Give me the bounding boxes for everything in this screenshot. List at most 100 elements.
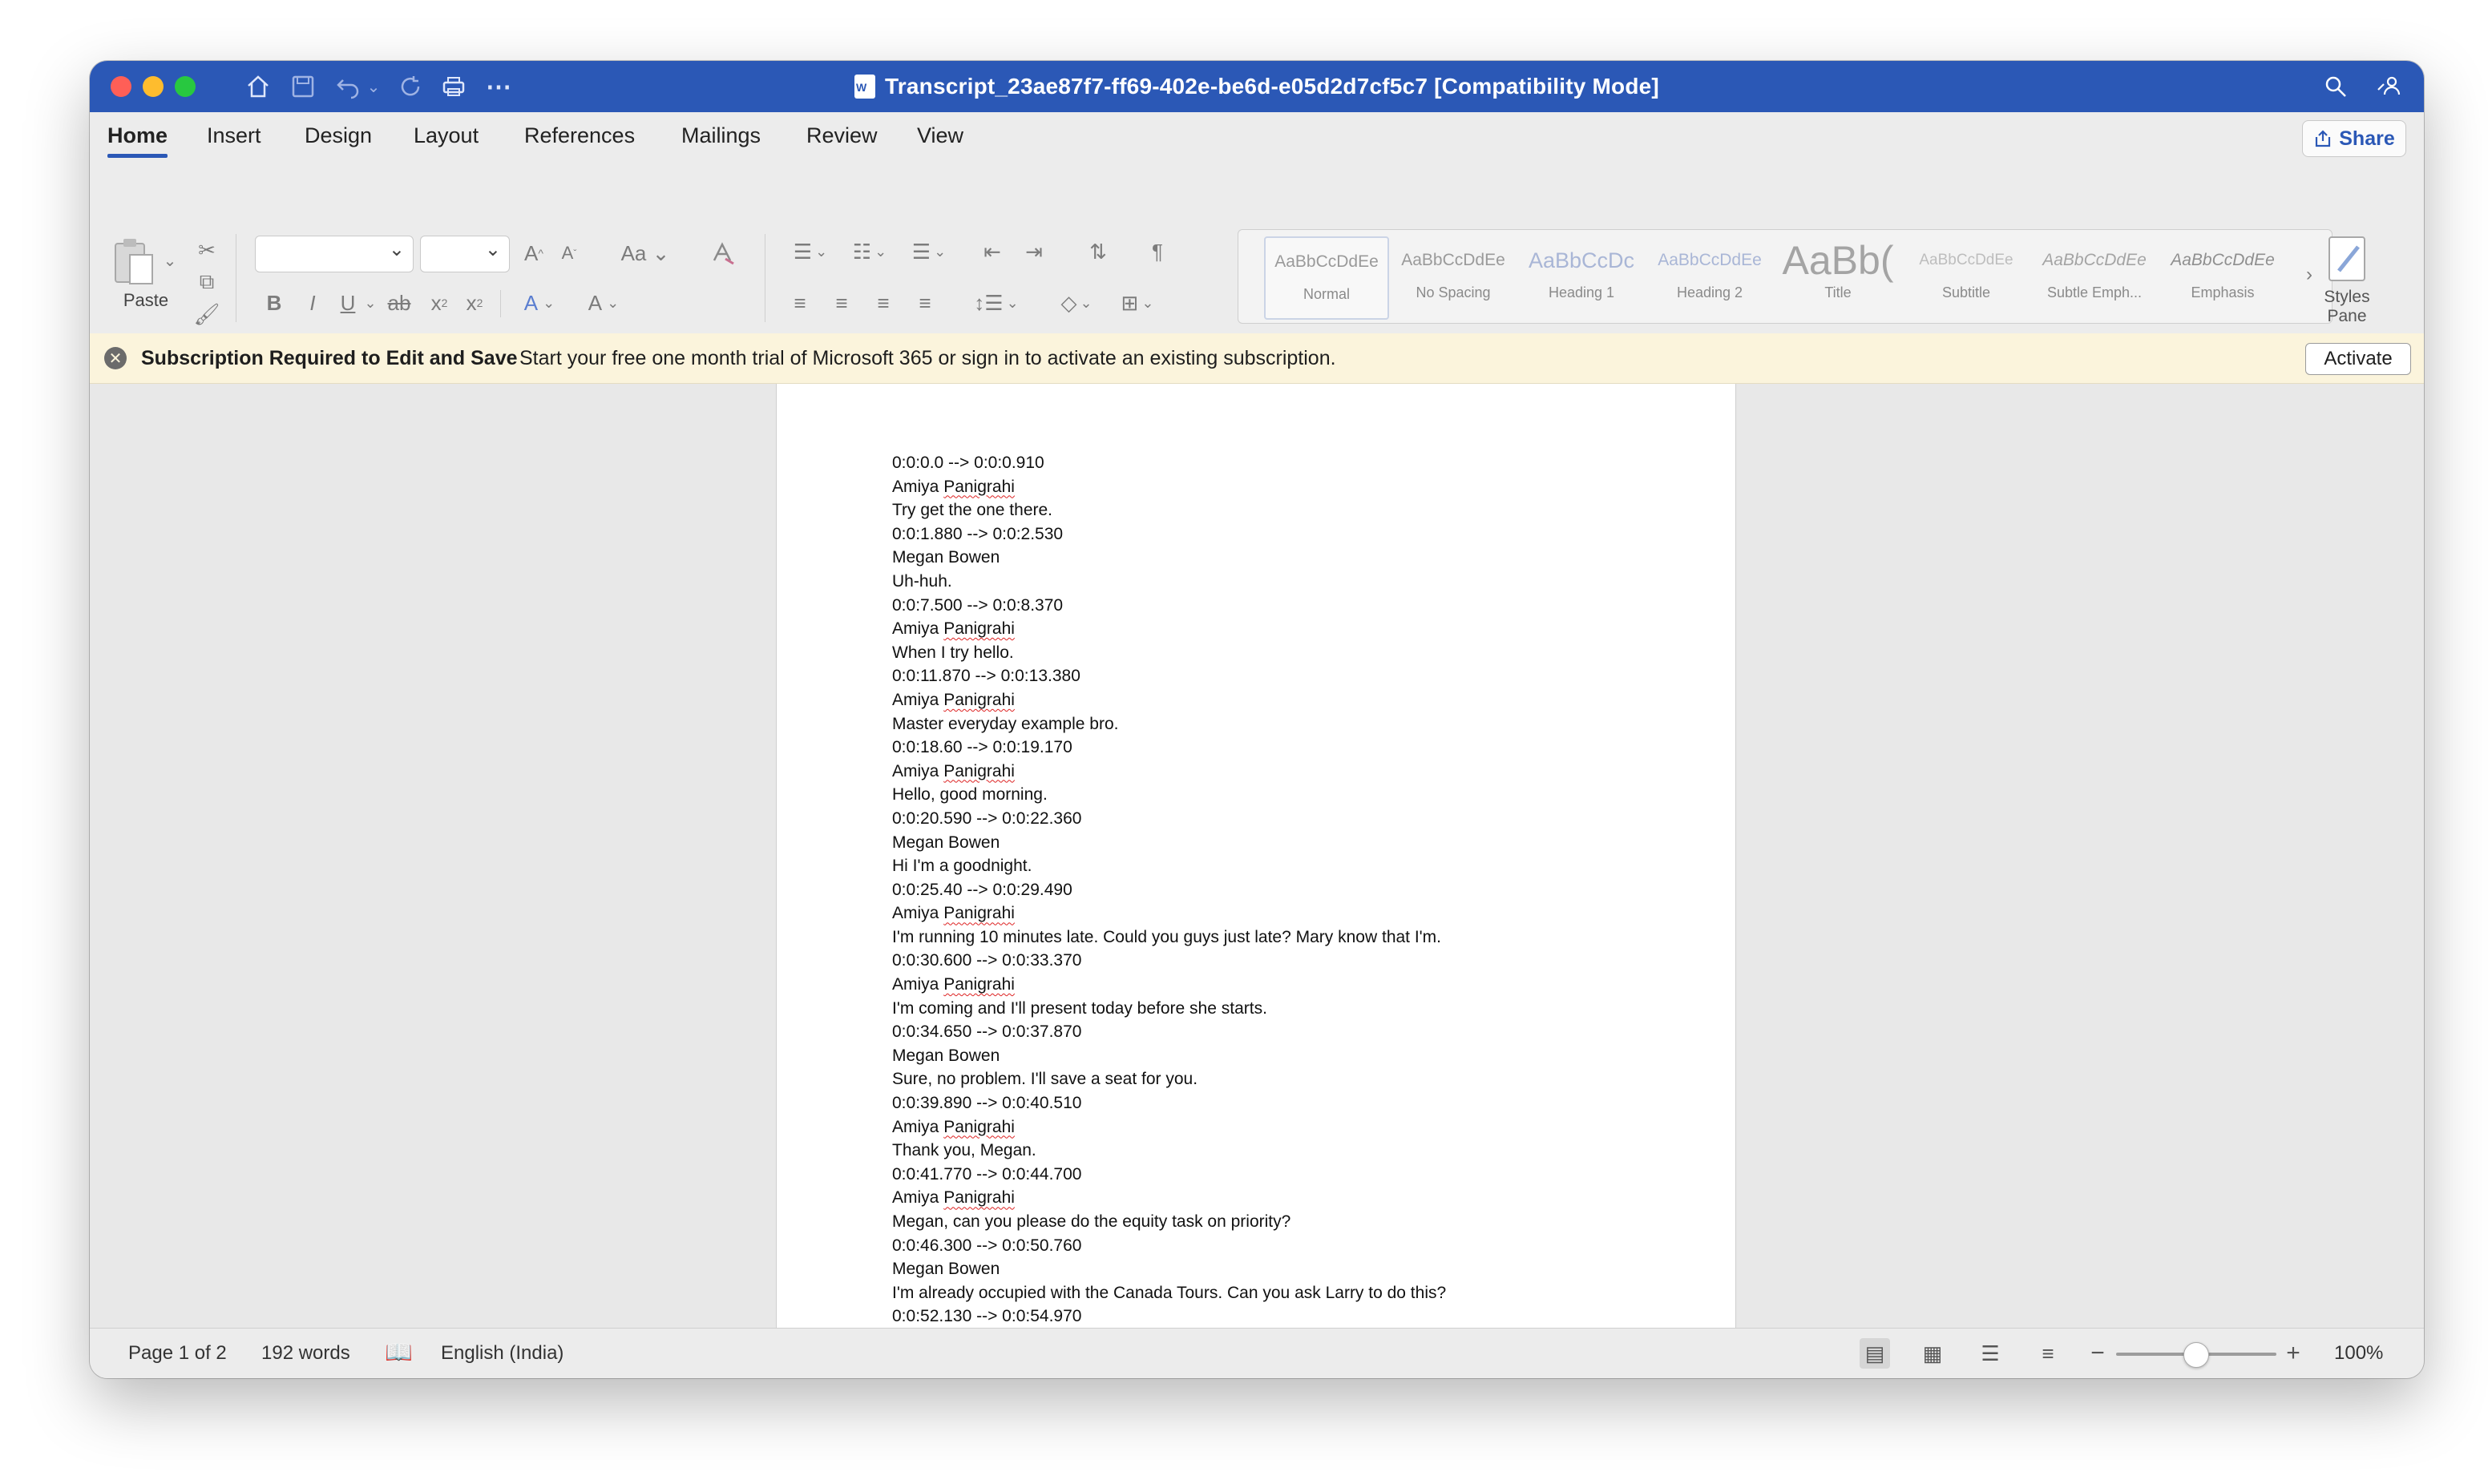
word-count[interactable]: 192 words xyxy=(261,1342,350,1365)
justify-icon[interactable]: ≡ xyxy=(907,287,943,319)
language[interactable]: English (India) xyxy=(441,1342,563,1365)
tab-view[interactable]: View xyxy=(917,123,963,148)
transcript-line: Master everyday example bro. xyxy=(892,714,1119,733)
subscript-icon[interactable]: x2 xyxy=(423,287,455,319)
tab-design[interactable]: Design xyxy=(305,123,372,148)
paste-dropdown-icon[interactable]: ⌄ xyxy=(160,248,180,272)
notification-title: Subscription Required to Edit and Save xyxy=(141,347,518,369)
zoom-slider-thumb[interactable] xyxy=(2183,1342,2209,1368)
zoom-out-icon[interactable]: − xyxy=(2082,1338,2113,1369)
style-label: Normal xyxy=(1303,286,1350,302)
text-effects-icon[interactable]: A ⌄ xyxy=(511,287,567,319)
style-subtle-emphasis[interactable]: AaBbCcDdEe Subtle Emph... xyxy=(2034,236,2155,317)
bold-icon[interactable]: B xyxy=(260,287,289,319)
close-notification-icon[interactable]: ✕ xyxy=(104,347,127,369)
show-formatting-marks-icon[interactable]: ¶ xyxy=(1140,236,1175,268)
zoom-in-icon[interactable]: + xyxy=(2278,1338,2308,1369)
style-subtitle[interactable]: AaBbCcDdEe Subtitle xyxy=(1905,236,2027,317)
draft-view-icon[interactable]: ≡ xyxy=(2033,1338,2063,1369)
tab-insert[interactable]: Insert xyxy=(207,123,261,148)
transcript-line: Sure, no problem. I'll save a seat for y… xyxy=(892,1070,1198,1089)
tab-mailings[interactable]: Mailings xyxy=(681,123,761,148)
style-label: No Spacing xyxy=(1416,284,1491,300)
italic-icon[interactable]: I xyxy=(298,287,327,319)
zoom-level[interactable]: 100% xyxy=(2334,1342,2383,1365)
strikethrough-icon[interactable]: ab xyxy=(382,287,417,319)
tab-review[interactable]: Review xyxy=(806,123,878,148)
transcript-line: I'm running 10 minutes late. Could you g… xyxy=(892,927,1442,946)
share-label: Share xyxy=(2339,127,2395,150)
sort-icon[interactable]: ⇅ xyxy=(1080,236,1116,268)
style-title[interactable]: AaBb( Title xyxy=(1777,236,1899,317)
decrease-font-size-icon[interactable]: Aˇ xyxy=(553,236,585,271)
underline-dropdown-icon[interactable]: ⌄ xyxy=(362,287,378,319)
font-name-combo[interactable] xyxy=(255,236,414,272)
style-label: Heading 1 xyxy=(1548,284,1615,300)
style-sample: AaBbCcDdEe xyxy=(1274,252,1379,271)
transcript-line: Megan Bowen xyxy=(892,1046,1000,1065)
line-spacing-icon[interactable]: ↕☰ ⌄ xyxy=(968,287,1024,319)
multilevel-list-icon[interactable]: ☰ ⌄ xyxy=(901,236,957,268)
transcript-line: 0:0:30.600 --> 0:0:33.370 xyxy=(892,951,1082,970)
bullets-icon[interactable]: ☰ ⌄ xyxy=(782,236,838,268)
transcript-line: Amiya Panigrahi xyxy=(892,1188,1015,1208)
format-painter-icon[interactable]: 🖌 xyxy=(191,300,223,329)
transcript-line: I'm coming and I'll present today before… xyxy=(892,998,1267,1018)
title-bar: ⌄ ⋯ Transcript_23ae87f7-ff69-402e-be6d-e… xyxy=(90,61,2424,112)
style-label: Subtle Emph... xyxy=(2046,284,2143,300)
style-heading-1[interactable]: AaBbCcDc Heading 1 xyxy=(1521,236,1642,317)
borders-icon[interactable]: ⊞ ⌄ xyxy=(1109,287,1165,319)
tab-references[interactable]: References xyxy=(524,123,635,148)
outline-view-icon[interactable]: ☰ xyxy=(1975,1338,2005,1369)
clear-formatting-icon[interactable] xyxy=(705,236,741,271)
transcript-line: 0:0:0.0 --> 0:0:0.910 xyxy=(892,454,1044,472)
copy-icon[interactable]: ⧉ xyxy=(191,268,223,296)
document-body[interactable]: 0:0:0.0 --> 0:0:0.910 Amiya Panigrahi Try … xyxy=(892,451,1694,1328)
style-heading-2[interactable]: AaBbCcDdEe Heading 2 xyxy=(1649,236,1771,317)
share-button[interactable]: Share xyxy=(2302,120,2406,157)
cut-icon[interactable]: ✂ xyxy=(191,236,223,264)
proofing-icon[interactable]: 📖 xyxy=(385,1339,413,1365)
change-case-icon[interactable]: Aa ⌄ xyxy=(617,236,673,271)
transcript-line: 0:0:11.870 --> 0:0:13.380 xyxy=(892,667,1080,686)
page-count[interactable]: Page 1 of 2 xyxy=(128,1342,227,1365)
styles-pane-label: Styles xyxy=(2324,288,2370,306)
transcript-line: Megan, can you please do the equity task… xyxy=(892,1212,1291,1231)
superscript-icon[interactable]: x2 xyxy=(458,287,491,319)
font-size-combo[interactable] xyxy=(420,236,510,272)
document-page[interactable]: 0:0:0.0 --> 0:0:0.910 Amiya Panigrahi Try … xyxy=(776,384,1736,1328)
activate-button[interactable]: Activate xyxy=(2305,343,2411,375)
style-sample: AaBbCcDdEe xyxy=(1401,251,1505,269)
align-center-icon[interactable]: ≡ xyxy=(824,287,859,319)
numbering-icon[interactable]: ☷ ⌄ xyxy=(842,236,898,268)
align-right-icon[interactable]: ≡ xyxy=(866,287,901,319)
styles-pane-icon[interactable] xyxy=(2315,232,2379,285)
transcript-line: Amiya Panigrahi xyxy=(892,477,1015,496)
shading-icon[interactable]: ◇ ⌄ xyxy=(1048,287,1105,319)
tab-home[interactable]: Home xyxy=(107,123,168,158)
transcript-line: 0:0:52.130 --> 0:0:54.970 xyxy=(892,1307,1082,1326)
transcript-line: Megan Bowen xyxy=(892,1260,1000,1279)
align-left-icon[interactable]: ≡ xyxy=(782,287,818,319)
styles-pane-label-2: Pane xyxy=(2327,307,2367,325)
paste-icon[interactable] xyxy=(109,234,157,290)
increase-font-size-icon[interactable]: A ^ xyxy=(518,236,550,271)
font-color-icon[interactable]: A ⌄ xyxy=(576,287,632,319)
print-layout-view-icon[interactable]: ▤ xyxy=(1860,1338,1890,1369)
notification-message: Start your free one month trial of Micro… xyxy=(519,347,1336,369)
window-title-container: Transcript_23ae87f7-ff69-402e-be6d-e05d2… xyxy=(90,61,2424,112)
style-emphasis[interactable]: AaBbCcDdEe Emphasis xyxy=(2162,236,2284,317)
style-normal[interactable]: AaBbCcDdEe Normal xyxy=(1264,236,1389,320)
style-label: Emphasis xyxy=(2191,284,2255,300)
search-icon[interactable] xyxy=(2318,69,2353,104)
tab-layout[interactable]: Layout xyxy=(414,123,479,148)
increase-indent-icon[interactable]: ⇥ xyxy=(1016,236,1052,268)
style-sample: AaBbCcDdEe xyxy=(2171,251,2275,269)
transcript-line: 0:0:41.770 --> 0:0:44.700 xyxy=(892,1164,1082,1184)
decrease-indent-icon[interactable]: ⇤ xyxy=(975,236,1010,268)
account-icon[interactable] xyxy=(2371,69,2406,104)
style-no-spacing[interactable]: AaBbCcDdEe No Spacing xyxy=(1392,236,1514,317)
web-layout-view-icon[interactable]: ▦ xyxy=(1917,1338,1948,1369)
transcript-line: Megan Bowen xyxy=(892,833,1000,852)
underline-icon[interactable]: U xyxy=(333,287,362,319)
